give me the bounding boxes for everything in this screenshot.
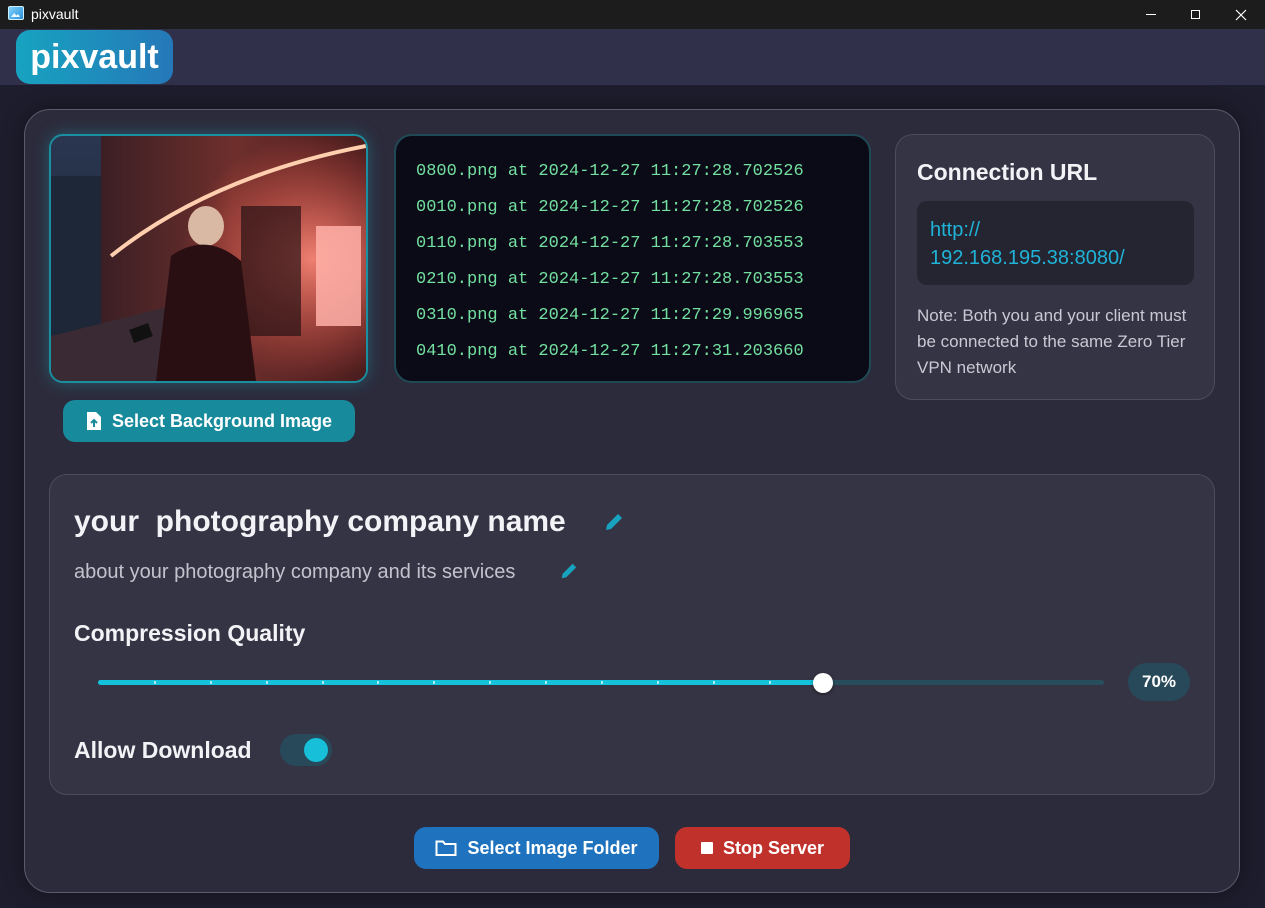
slider-tick bbox=[322, 681, 324, 684]
file-upload-icon bbox=[86, 412, 101, 430]
app-icon bbox=[8, 6, 24, 20]
maximize-icon bbox=[1190, 10, 1200, 19]
app-logo: pixvault bbox=[16, 30, 173, 84]
background-image-preview bbox=[49, 134, 368, 383]
stop-server-button[interactable]: Stop Server bbox=[675, 827, 850, 869]
connection-card: Connection URL http:// 192.168.195.38:80… bbox=[895, 134, 1215, 400]
upload-log: 0800.png at 2024-12-27 11:27:28.702526 0… bbox=[394, 134, 871, 383]
stop-icon bbox=[700, 842, 713, 854]
select-image-folder-button[interactable]: Select Image Folder bbox=[414, 827, 659, 869]
log-line: 0410.png at 2024-12-27 11:27:31.203660 bbox=[416, 342, 804, 361]
slider-tick bbox=[210, 681, 212, 684]
company-name: your photography company name bbox=[74, 505, 566, 538]
slider-tick bbox=[769, 681, 771, 684]
log-line: 0310.png at 2024-12-27 11:27:29.996965 bbox=[416, 306, 804, 325]
allow-download-toggle[interactable] bbox=[280, 734, 332, 766]
connection-title: Connection URL bbox=[917, 159, 1098, 185]
slider-tick bbox=[489, 681, 491, 684]
close-button[interactable] bbox=[1218, 0, 1264, 29]
connection-note: Note: Both you and your client must be c… bbox=[917, 306, 1187, 377]
compression-quality-label: Compression Quality bbox=[74, 620, 306, 646]
window-titlebar: pixvault bbox=[0, 0, 1265, 29]
slider-tick bbox=[433, 681, 435, 684]
slider-tick bbox=[377, 681, 379, 684]
folder-icon bbox=[435, 840, 457, 856]
edit-about-icon[interactable] bbox=[560, 562, 578, 580]
log-line: 0110.png at 2024-12-27 11:27:28.703553 bbox=[416, 234, 804, 253]
select-background-image-button[interactable]: Select Background Image bbox=[63, 400, 355, 442]
app-header bbox=[0, 29, 1265, 85]
select-image-folder-label: Select Image Folder bbox=[467, 837, 638, 858]
slider-thumb[interactable] bbox=[813, 673, 833, 693]
compression-quality-slider[interactable] bbox=[98, 673, 1104, 693]
connection-url-line1: http:// bbox=[930, 219, 981, 241]
slider-tick bbox=[266, 681, 268, 684]
slider-tick bbox=[657, 681, 659, 684]
slider-tick bbox=[154, 681, 156, 684]
close-icon bbox=[1235, 9, 1247, 20]
select-background-image-label: Select Background Image bbox=[111, 410, 333, 431]
minimize-icon bbox=[1146, 14, 1156, 15]
log-line: 0800.png at 2024-12-27 11:27:28.702526 bbox=[416, 162, 804, 181]
company-about: about your photography company and its s… bbox=[74, 561, 516, 583]
connection-url-line2: 192.168.195.38:8080/ bbox=[930, 247, 1125, 269]
slider-tick bbox=[545, 681, 547, 684]
compression-quality-value: 70% bbox=[1128, 663, 1190, 701]
log-line: 0210.png at 2024-12-27 11:27:28.703553 bbox=[416, 270, 804, 289]
allow-download-label: Allow Download bbox=[74, 737, 252, 763]
edit-company-name-icon[interactable] bbox=[604, 512, 624, 532]
maximize-button[interactable] bbox=[1172, 0, 1218, 29]
log-line: 0010.png at 2024-12-27 11:27:28.702526 bbox=[416, 198, 804, 217]
slider-tick bbox=[601, 681, 603, 684]
window-title: pixvault bbox=[31, 6, 79, 22]
minimize-button[interactable] bbox=[1128, 0, 1174, 29]
photo-preview bbox=[51, 136, 366, 381]
slider-tick bbox=[713, 681, 715, 684]
toggle-knob bbox=[304, 738, 328, 762]
stop-server-label: Stop Server bbox=[722, 837, 825, 858]
connection-url[interactable]: http:// 192.168.195.38:8080/ bbox=[917, 201, 1194, 285]
